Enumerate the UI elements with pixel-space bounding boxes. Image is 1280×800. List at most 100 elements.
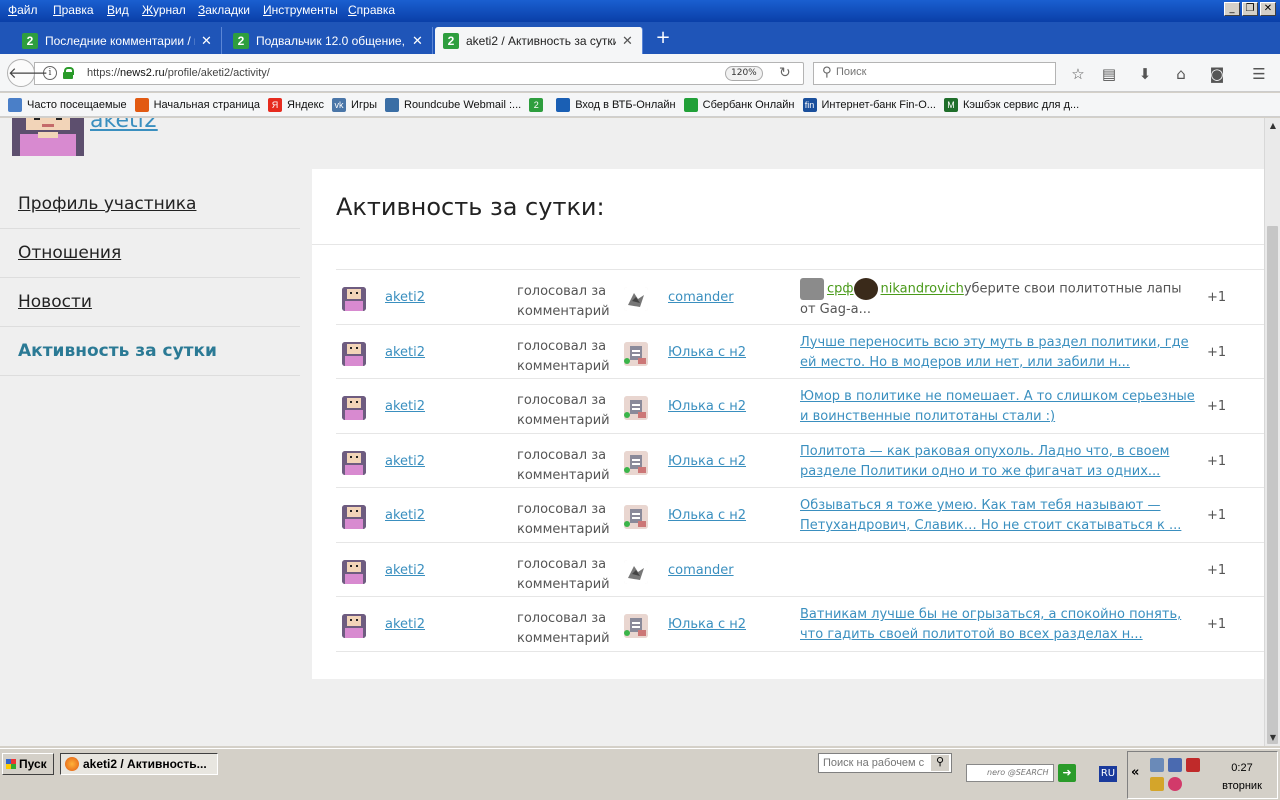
sidebar-item-news[interactable]: Новости bbox=[0, 278, 300, 327]
menu-bookmarks[interactable]: Закладки bbox=[198, 3, 250, 17]
bookmark-item[interactable]: Вход в ВТБ-Онлайн bbox=[556, 97, 676, 112]
comment-link[interactable]: Юмор в политике не помешает. А то слишко… bbox=[800, 387, 1196, 427]
comment-link[interactable]: Политота — как раковая опухоль. Ладно чт… bbox=[800, 442, 1196, 482]
mention-link[interactable]: срф bbox=[827, 282, 854, 297]
avatar[interactable] bbox=[342, 505, 366, 529]
avatar[interactable] bbox=[342, 287, 366, 311]
sidebar-item-activity[interactable]: Активность за сутки bbox=[0, 327, 300, 376]
network-icon[interactable] bbox=[1150, 758, 1164, 772]
bookmark-item[interactable]: 2 bbox=[529, 97, 548, 112]
zoom-level-badge[interactable]: 120% bbox=[725, 66, 763, 81]
actor-link[interactable]: aketi2 bbox=[385, 454, 425, 469]
bookmark-item[interactable]: Часто посещаемые bbox=[8, 97, 127, 112]
target-user-link[interactable]: comander bbox=[668, 290, 734, 305]
menu-file[interactable]: Файл bbox=[8, 3, 38, 17]
bookmark-item[interactable]: Roundcube Webmail :... bbox=[385, 97, 521, 112]
avatar[interactable] bbox=[342, 450, 366, 475]
sidebar-item-relations[interactable]: Отношения bbox=[0, 229, 300, 278]
avatar[interactable] bbox=[853, 278, 878, 300]
monitor-icon[interactable] bbox=[1168, 758, 1182, 772]
mention-link[interactable]: nikandrovich bbox=[881, 282, 964, 297]
actor-link[interactable]: aketi2 bbox=[385, 563, 425, 578]
target-user-link[interactable]: Юлька с н2 bbox=[668, 508, 746, 523]
search-icon[interactable]: ⚲ bbox=[931, 755, 949, 771]
tab-close-icon[interactable]: ✕ bbox=[201, 33, 212, 49]
actor-link[interactable]: aketi2 bbox=[385, 508, 425, 523]
search-input[interactable] bbox=[836, 66, 1036, 78]
restore-icon[interactable]: ❐ bbox=[1242, 2, 1258, 16]
avatar[interactable] bbox=[624, 450, 648, 475]
target-user-link[interactable]: comander bbox=[668, 563, 734, 578]
menu-edit[interactable]: Правка bbox=[53, 3, 94, 17]
bookmark-item[interactable]: fin Интернет-банк Fin-O... bbox=[802, 97, 936, 112]
taskbar-firefox-window[interactable]: aketi2 / Активность... bbox=[60, 753, 218, 775]
comment-link[interactable]: Обзываться я тоже умею. Как там тебя наз… bbox=[800, 496, 1196, 536]
bookmarks-library-icon[interactable]: ▤ bbox=[1099, 64, 1119, 84]
tab-close-icon[interactable]: ✕ bbox=[622, 33, 633, 49]
profile-username-link[interactable]: aketi2 bbox=[90, 118, 158, 133]
page-scrollbar[interactable]: ▲ ▼ bbox=[1264, 118, 1280, 746]
pocket-icon[interactable]: ◙ bbox=[1207, 64, 1227, 84]
avatar[interactable] bbox=[342, 559, 366, 584]
scrollbar-thumb[interactable] bbox=[1267, 226, 1278, 744]
lock-icon[interactable] bbox=[63, 67, 74, 79]
sidebar-item-profile[interactable]: Профиль участника bbox=[0, 180, 300, 229]
menu-view[interactable]: Вид bbox=[107, 3, 129, 17]
avatar[interactable] bbox=[624, 614, 648, 638]
close-icon[interactable]: ✕ bbox=[1260, 2, 1276, 16]
tab-activity[interactable]: 2 aketi2 / Активность за сутки... ✕ bbox=[435, 27, 643, 54]
bookmark-item[interactable]: M Кэшбэк сервис для д... bbox=[943, 97, 1079, 112]
search-box[interactable]: ⚲ bbox=[813, 62, 1056, 85]
tab-close-icon[interactable]: ✕ bbox=[412, 33, 423, 49]
scroll-down-icon[interactable]: ▼ bbox=[1267, 732, 1279, 744]
reload-icon[interactable]: ↻ bbox=[779, 65, 791, 81]
desktop-search-box[interactable]: ⚲ bbox=[818, 753, 952, 773]
bookmark-item[interactable]: Сбербанк Онлайн bbox=[683, 97, 795, 112]
menu-help[interactable]: Справка bbox=[348, 3, 395, 17]
user-avatar[interactable] bbox=[12, 118, 84, 156]
bookmark-star-icon[interactable]: ☆ bbox=[1068, 64, 1088, 84]
bookmark-item[interactable]: Начальная страница bbox=[134, 97, 260, 112]
avatar[interactable] bbox=[624, 559, 648, 584]
menu-history[interactable]: Журнал bbox=[142, 3, 186, 17]
comment-link[interactable]: Лучше переносить всю эту муть в раздел п… bbox=[800, 333, 1196, 373]
back-button[interactable]: 🡐 bbox=[7, 59, 48, 87]
comment-link[interactable]: Ватникам лучше бы не огрызаться, а споко… bbox=[800, 605, 1196, 645]
target-user-link[interactable]: Юлька с н2 bbox=[668, 399, 746, 414]
target-user-link[interactable]: Юлька с н2 bbox=[668, 454, 746, 469]
download-icon[interactable]: ⬇ bbox=[1135, 64, 1155, 84]
actor-link[interactable]: aketi2 bbox=[385, 399, 425, 414]
avatar[interactable] bbox=[342, 396, 366, 420]
hamburger-menu-icon[interactable]: ☰ bbox=[1249, 64, 1269, 84]
clock[interactable]: 0:27 вторник bbox=[1212, 759, 1272, 795]
avatar[interactable] bbox=[624, 396, 648, 420]
minimize-icon[interactable]: _ bbox=[1224, 2, 1240, 16]
scroll-up-icon[interactable]: ▲ bbox=[1267, 120, 1279, 132]
bookmark-item[interactable]: Я Яндекс bbox=[268, 97, 324, 112]
menu-tools[interactable]: Инструменты bbox=[263, 3, 338, 17]
chevron-left-icon[interactable]: « bbox=[1131, 765, 1139, 780]
app-tray-icon[interactable] bbox=[1168, 777, 1182, 791]
tab-podvalchik[interactable]: 2 Подвальчик 12.0 общение, с... ✕ bbox=[225, 27, 433, 54]
start-button[interactable]: Пуск bbox=[2, 753, 54, 775]
avatar[interactable] bbox=[342, 614, 366, 638]
language-indicator[interactable]: RU bbox=[1099, 766, 1117, 782]
avatar[interactable] bbox=[800, 278, 824, 300]
bookmark-item[interactable]: vk Игры bbox=[332, 97, 377, 112]
actor-link[interactable]: aketi2 bbox=[385, 617, 425, 632]
update-icon[interactable] bbox=[1150, 777, 1164, 791]
avatar[interactable] bbox=[624, 341, 648, 366]
target-user-link[interactable]: Юлька с н2 bbox=[668, 617, 746, 632]
antivirus-icon[interactable] bbox=[1186, 758, 1200, 772]
avatar[interactable] bbox=[624, 287, 648, 311]
url-text[interactable]: https://news2.ru/profile/aketi2/activity… bbox=[87, 67, 270, 79]
desktop-search-input[interactable] bbox=[819, 754, 929, 772]
actor-link[interactable]: aketi2 bbox=[385, 290, 425, 305]
tab-recent-comments[interactable]: 2 Последние комментарии / n... ✕ bbox=[14, 27, 222, 54]
actor-link[interactable]: aketi2 bbox=[385, 345, 425, 360]
arrow-right-icon[interactable]: ➜ bbox=[1058, 764, 1076, 782]
avatar[interactable] bbox=[624, 505, 648, 529]
address-bar[interactable]: i https://news2.ru/profile/aketi2/activi… bbox=[34, 62, 804, 85]
nero-search-box[interactable]: nero @SEARCH bbox=[966, 764, 1054, 782]
home-icon[interactable]: ⌂ bbox=[1171, 64, 1191, 84]
